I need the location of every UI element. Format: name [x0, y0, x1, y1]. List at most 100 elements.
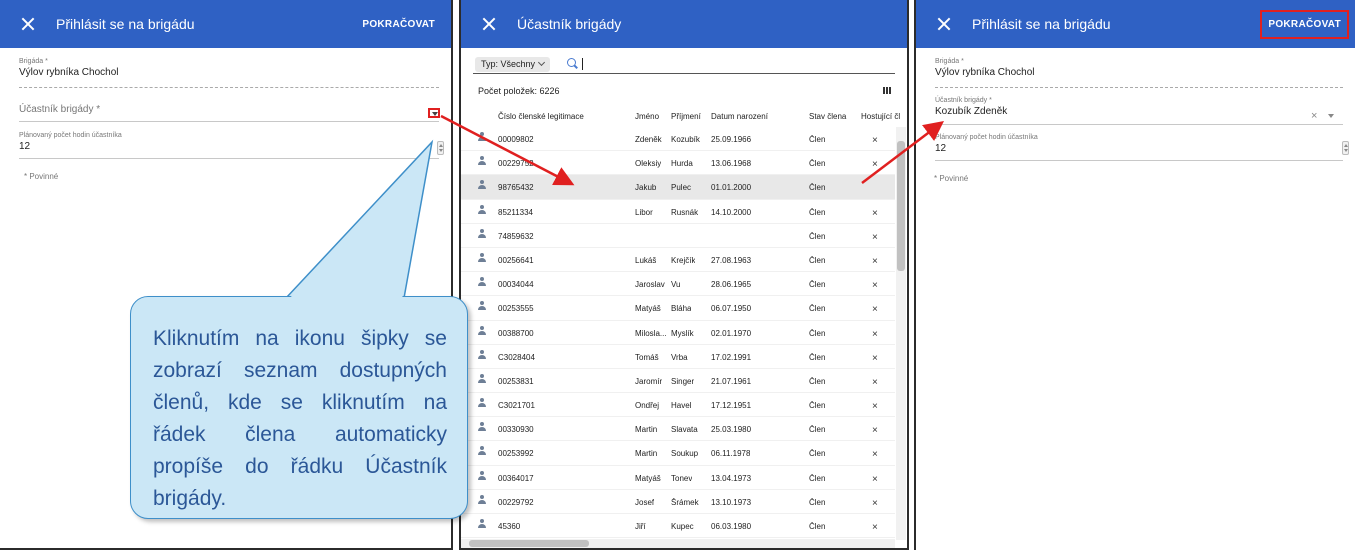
table-row[interactable]: 00229792 Josef Šrámek 13.10.1973 Člen ×	[461, 490, 895, 514]
guest-flag-icon: ×	[872, 352, 878, 364]
table-row[interactable]: 00034044 Jaroslav Vu 28.06.1965 Člen ×	[461, 272, 895, 297]
member-id-cell: 45360	[498, 522, 521, 531]
status-cell: Člen	[809, 522, 826, 531]
chevron-down-icon	[537, 58, 546, 67]
close-icon[interactable]	[481, 16, 497, 32]
dialog-title: Účastník brigády	[517, 16, 622, 32]
chevron-down-icon[interactable]	[428, 108, 440, 118]
member-id-cell: 00034044	[498, 280, 534, 290]
brigade-value: Výlov rybníka Chochol	[935, 67, 1035, 78]
table-row[interactable]: 00256641 Lukáš Krejčík 27.08.1963 Člen ×	[461, 248, 895, 273]
table-row[interactable]: C3021701 Ondřej Havel 17.12.1951 Člen ×	[461, 393, 895, 418]
birth-date-cell: 14.10.2000	[711, 207, 752, 217]
guest-flag-icon: ×	[872, 401, 878, 413]
status-cell: Člen	[809, 280, 826, 290]
hours-stepper[interactable]	[1342, 141, 1349, 155]
column-header[interactable]: Datum narození	[711, 112, 768, 121]
last-name-cell: Myslík	[671, 328, 694, 338]
guest-flag-icon: ×	[872, 376, 878, 388]
table-row[interactable]: 00364017 Matyáš Tonev 13.04.1973 Člen ×	[461, 466, 895, 490]
participant-value: Kozubík Zdeněk	[935, 106, 1008, 117]
table-row[interactable]: 00330930 Martin Slavata 25.03.1980 Člen ×	[461, 417, 895, 442]
status-cell: Člen	[809, 255, 826, 265]
person-icon	[477, 373, 487, 385]
table-row[interactable]: 00229752 Oleksiy Hurda 13.06.1968 Člen ×	[461, 151, 895, 176]
vertical-scrollbar[interactable]	[896, 127, 906, 540]
column-header[interactable]: Jméno	[635, 112, 659, 121]
hours-field[interactable]: Plánovaný počet hodin účastníka 12	[19, 132, 439, 159]
first-name-cell: Jakub	[635, 183, 657, 193]
status-cell: Člen	[809, 135, 826, 144]
table-row[interactable]: 00009802 Zdeněk Kozubík 25.09.1966 Člen ×	[461, 127, 895, 152]
status-cell: Člen	[809, 473, 826, 483]
hours-label: Plánovaný počet hodin účastníka	[935, 134, 1038, 141]
column-header[interactable]: Stav člena	[809, 112, 846, 121]
member-id-cell: C3028404	[498, 352, 535, 362]
last-name-cell: Krejčík	[671, 255, 696, 265]
person-icon	[477, 301, 487, 312]
guest-flag-icon: ×	[872, 280, 878, 292]
birth-date-cell: 13.06.1968	[711, 159, 752, 169]
status-cell: Člen	[809, 207, 826, 217]
close-icon[interactable]	[20, 16, 36, 32]
continue-button[interactable]: POKRAČOVAT	[1260, 9, 1349, 39]
callout-bubble: Kliknutím na ikonu šipky se zobrazí sezn…	[130, 296, 468, 519]
first-name-cell: Matyáš	[635, 304, 661, 314]
brigade-field[interactable]: Brigáda * Výlov rybníka Chochol	[935, 58, 1343, 88]
member-id-cell: 00253555	[498, 304, 534, 314]
status-cell: Člen	[809, 425, 826, 435]
column-header[interactable]: Číslo členské legitimace	[498, 112, 584, 121]
guest-flag-icon: ×	[872, 328, 878, 340]
required-note: * Povinné	[934, 174, 969, 183]
columns-icon[interactable]	[883, 87, 891, 94]
table-row[interactable]: C3028404 Tomáš Vrba 17.02.1991 Člen ×	[461, 345, 895, 369]
type-filter-dropdown[interactable]: Typ: Všechny	[475, 57, 551, 72]
clear-icon[interactable]: ×	[1311, 110, 1317, 122]
column-header[interactable]: Hostující čl	[861, 112, 900, 121]
search-input[interactable]	[582, 58, 583, 70]
member-id-cell: 00009802	[498, 135, 534, 144]
hours-stepper[interactable]	[437, 141, 444, 155]
table-row[interactable]: 00388700 Milosla... Myslík 02.01.1970 Člen ×	[461, 321, 895, 345]
table-row[interactable]: 98765432 Jakub Pulec 01.01.2000 Člen	[461, 175, 895, 200]
table-row[interactable]: 85211334 Libor Rusnák 14.10.2000 Člen ×	[461, 200, 895, 224]
table-row[interactable]: 45360 Jiří Kupec 06.03.1980 Člen ×	[461, 514, 895, 539]
participant-field[interactable]: Účastník brigády * Kozubík Zdeněk	[935, 97, 1343, 125]
horizontal-scrollbar[interactable]	[461, 539, 895, 548]
column-header[interactable]: Příjmení	[671, 112, 701, 121]
last-name-cell: Singer	[671, 376, 695, 386]
person-icon	[477, 325, 487, 337]
person-icon	[477, 470, 487, 482]
guest-flag-icon: ×	[872, 135, 878, 146]
guest-flag-icon: ×	[872, 473, 878, 485]
guest-flag-icon: ×	[872, 449, 878, 461]
table-row[interactable]: 00253831 Jaromír Singer 21.07.1961 Člen ×	[461, 369, 895, 394]
first-name-cell: Tomáš	[635, 352, 659, 362]
person-icon	[477, 446, 487, 457]
hours-field[interactable]: Plánovaný počet hodin účastníka 12	[935, 134, 1343, 161]
hours-value: 12	[19, 141, 31, 152]
last-name-cell: Kozubík	[671, 135, 700, 144]
close-icon[interactable]	[936, 16, 952, 32]
last-name-cell: Šrámek	[671, 497, 699, 507]
birth-date-cell: 21.07.1961	[711, 376, 752, 386]
guest-flag-icon: ×	[872, 425, 878, 437]
person-icon	[477, 519, 487, 530]
status-cell: Člen	[809, 231, 826, 241]
app-bar: Přihlásit se na brigádu POKRAČOVAT	[916, 0, 1355, 48]
participant-field[interactable]: Účastník brigády *	[19, 104, 439, 122]
first-name-cell: Martin	[635, 449, 658, 459]
table-row[interactable]: 00253555 Matyáš Bláha 06.07.1950 Člen ×	[461, 296, 895, 321]
scroll-thumb[interactable]	[897, 141, 905, 271]
brigade-field[interactable]: Brigáda * Výlov rybníka Chochol	[19, 58, 439, 88]
table-row[interactable]: 74859632 Člen ×	[461, 224, 895, 248]
continue-button[interactable]: POKRAČOVAT	[362, 19, 435, 30]
chevron-down-icon[interactable]	[1328, 114, 1334, 118]
table-row[interactable]: 00253992 Martin Soukup 06.11.1978 Člen ×	[461, 441, 895, 466]
person-icon	[477, 156, 487, 167]
person-icon	[477, 180, 487, 191]
app-bar: Účastník brigády	[461, 0, 907, 48]
search-icon[interactable]	[567, 58, 576, 67]
scroll-thumb[interactable]	[469, 540, 589, 547]
guest-flag-icon: ×	[872, 207, 878, 219]
